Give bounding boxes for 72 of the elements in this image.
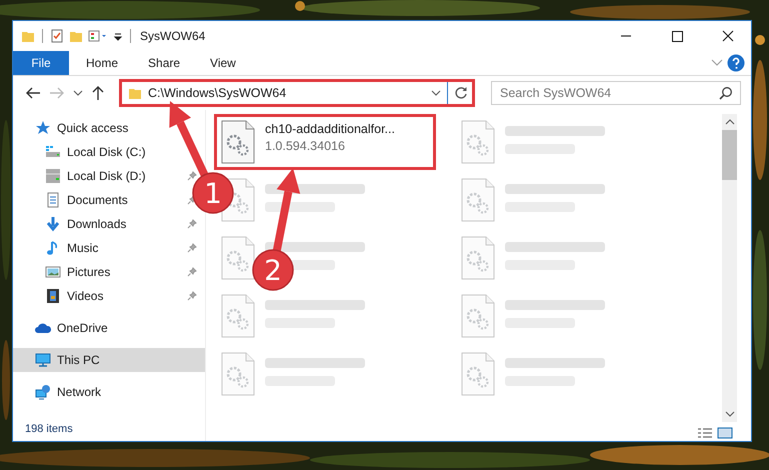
network-icon (35, 384, 51, 400)
sidebar-item[interactable]: Videos (13, 284, 183, 308)
sidebar-item[interactable]: Music (13, 236, 183, 260)
sidebar-label: Network (57, 385, 102, 399)
scrollbar[interactable] (722, 114, 737, 422)
sidebar-label: This PC (57, 353, 100, 367)
ribbon-tab[interactable]: File (13, 51, 69, 75)
sidebar-item[interactable]: Local Disk (C:) (13, 140, 205, 164)
address-path[interactable]: C:\Windows\SysWOW64 (148, 86, 286, 100)
search-field[interactable]: Search SysWOW64 (491, 81, 741, 105)
sidebar-label: Music (67, 241, 98, 255)
blurred-file-icon (461, 178, 495, 222)
picture-icon (45, 264, 61, 280)
star-icon (35, 120, 51, 136)
blurred-file-icon (461, 352, 495, 396)
checklist-icon[interactable] (50, 29, 64, 43)
sidebar-item[interactable]: OneDrive (13, 316, 205, 340)
sidebar-label: Local Disk (C:) (67, 145, 146, 159)
document-icon (45, 192, 61, 208)
pin-icon[interactable] (187, 291, 197, 301)
refresh-icon[interactable] (454, 86, 468, 100)
scroll-down-icon[interactable] (724, 410, 734, 418)
drive-icon (45, 144, 61, 160)
film-icon (45, 288, 61, 304)
sidebar-label: Documents (67, 193, 128, 207)
sidebar-item[interactable]: Documents (13, 188, 183, 212)
blurred-file-icon (461, 120, 495, 164)
properties-icon[interactable] (88, 29, 108, 43)
sidebar-item[interactable]: Network (13, 380, 205, 404)
step-number-callout: 2 (252, 249, 294, 291)
file-detail: 1.0.594.34016 (265, 139, 346, 153)
sidebar-item[interactable]: Downloads (13, 212, 183, 236)
file-name: ch10-addadditionalfor... (265, 122, 395, 136)
pin-icon[interactable] (187, 243, 197, 253)
chevron-down-icon[interactable] (73, 89, 83, 97)
back-arrow-icon[interactable] (25, 86, 41, 100)
sidebar-label: Videos (67, 289, 104, 303)
details-view-icon[interactable] (697, 427, 713, 439)
up-arrow-icon[interactable] (91, 85, 105, 101)
blurred-file-icon (221, 294, 255, 338)
blurred-file-icon (221, 352, 255, 396)
blurred-file-icon (461, 294, 495, 338)
blurred-file-icon (461, 236, 495, 280)
help-icon[interactable] (727, 54, 745, 72)
sidebar-item[interactable]: This PC (13, 348, 205, 372)
item-count: 198 items (24, 423, 74, 437)
download-arrow-icon (45, 216, 61, 232)
scrollbar-thumb[interactable] (722, 130, 737, 180)
address-bar[interactable]: C:\Windows\SysWOW64 (119, 79, 475, 107)
monitor-icon (35, 352, 51, 368)
search-icon[interactable] (719, 86, 733, 100)
sidebar-item[interactable]: Quick access (13, 116, 205, 140)
sidebar-label: OneDrive (57, 321, 108, 335)
sidebar-label: Local Disk (D:) (67, 169, 146, 183)
large-icons-view-icon[interactable] (717, 427, 733, 439)
folder-icon (128, 86, 142, 100)
blurred-file-icon (221, 236, 255, 280)
pin-icon[interactable] (187, 219, 197, 229)
drive-icon (45, 168, 61, 184)
scroll-up-icon[interactable] (724, 118, 734, 126)
sidebar-label: Pictures (67, 265, 110, 279)
file-item[interactable]: ch10-addadditionalfor... 1.0.594.34016 (214, 114, 436, 170)
gear-file-icon (221, 120, 255, 164)
sidebar-item[interactable]: Local Disk (D:) (13, 164, 183, 188)
sidebar-label: Quick access (57, 121, 128, 135)
window-title: SysWOW64 (140, 29, 206, 43)
sidebar-label: Downloads (67, 217, 126, 231)
pin-icon[interactable] (187, 171, 197, 181)
pin-icon[interactable] (187, 267, 197, 277)
sidebar-item[interactable]: Pictures (13, 260, 183, 284)
step-number-callout: 1 (192, 172, 234, 214)
chevron-down-icon[interactable] (431, 89, 441, 97)
